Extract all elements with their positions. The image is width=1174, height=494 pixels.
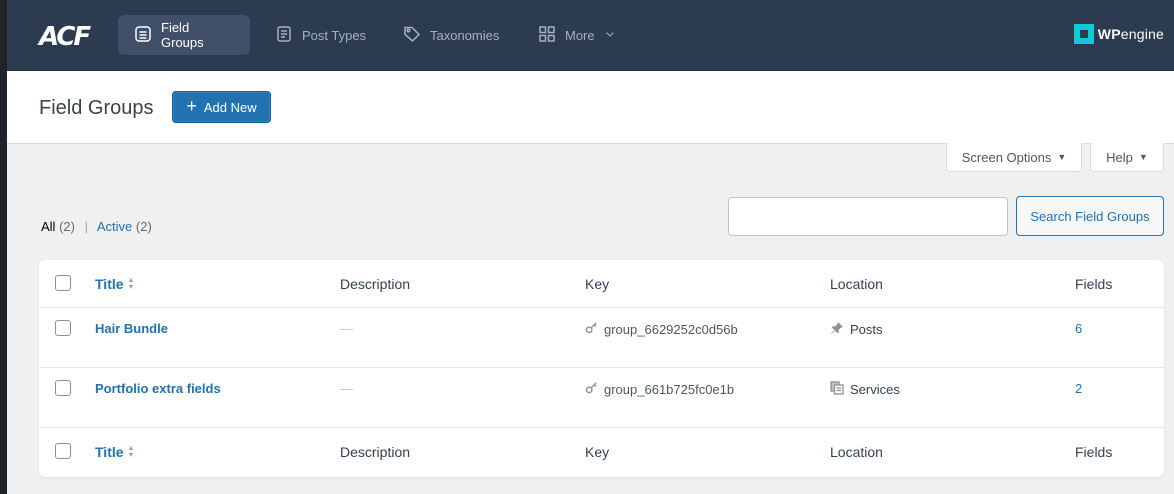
screen-options-label: Screen Options bbox=[961, 149, 1052, 165]
column-description: Description bbox=[340, 444, 411, 460]
filter-active[interactable]: Active bbox=[97, 219, 132, 234]
filter-all[interactable]: All bbox=[41, 219, 55, 234]
key-value: group_6629252c0d56b bbox=[604, 321, 738, 337]
row-fields-count[interactable]: 2 bbox=[1075, 381, 1082, 396]
key-icon bbox=[585, 321, 598, 337]
acf-top-navigation: ACF Field Groups Post Types Taxonomies M… bbox=[7, 0, 1174, 71]
status-filters: All (2) | Active (2) bbox=[41, 219, 152, 234]
row-description: — bbox=[340, 381, 353, 396]
key-value: group_661b725fc0e1b bbox=[604, 381, 735, 397]
grid-icon bbox=[538, 25, 556, 46]
key-icon bbox=[585, 381, 598, 397]
row-title-link[interactable]: Portfolio extra fields bbox=[95, 381, 221, 396]
tab-label: Taxonomies bbox=[430, 27, 500, 43]
filter-all-count: (2) bbox=[59, 219, 75, 234]
acf-logo[interactable]: ACF bbox=[39, 22, 91, 52]
pages-icon bbox=[830, 381, 844, 398]
row-checkbox[interactable] bbox=[55, 320, 71, 336]
row-key: group_661b725fc0e1b bbox=[585, 381, 734, 397]
help-label: Help bbox=[1106, 149, 1133, 165]
wp-engine-logo[interactable]: WPengine bbox=[1073, 24, 1164, 44]
filter-separator: | bbox=[84, 219, 88, 234]
column-location: Location bbox=[830, 444, 883, 460]
column-fields: Fields bbox=[1075, 276, 1113, 292]
help-button[interactable]: Help ▼ bbox=[1090, 143, 1164, 172]
search-field-groups-button[interactable]: Search Field Groups bbox=[1016, 196, 1164, 236]
admin-sidebar-edge bbox=[0, 0, 7, 494]
column-title-label: Title bbox=[95, 276, 124, 292]
row-checkbox[interactable] bbox=[55, 380, 71, 396]
tag-icon bbox=[403, 25, 421, 46]
page-title: Field Groups bbox=[39, 97, 154, 119]
sort-icon: ▲ ▼ bbox=[127, 445, 135, 459]
row-description: — bbox=[340, 321, 353, 336]
add-new-label: Add New bbox=[203, 99, 257, 115]
table-row: Hair Bundle — group_6629252c0d56b Posts … bbox=[39, 308, 1164, 368]
tab-label: Field Groups bbox=[161, 20, 204, 50]
pin-icon bbox=[830, 321, 844, 338]
location-value: Services bbox=[850, 382, 900, 397]
list-icon bbox=[134, 25, 152, 46]
column-key: Key bbox=[585, 444, 610, 460]
tab-more[interactable]: More bbox=[522, 15, 632, 55]
tab-label: More bbox=[565, 27, 595, 43]
field-groups-table: Title ▲ ▼ Description Key Location Fields… bbox=[39, 260, 1164, 477]
select-all-checkbox-footer[interactable] bbox=[55, 443, 71, 459]
row-location: Posts bbox=[830, 321, 883, 338]
row-location: Services bbox=[830, 381, 900, 398]
add-new-button[interactable]: + Add New bbox=[172, 91, 271, 123]
column-title-sortable[interactable]: Title ▲ ▼ bbox=[95, 276, 134, 292]
column-key: Key bbox=[585, 276, 610, 292]
caret-down-icon: ▼ bbox=[1138, 152, 1148, 162]
table-footer: Title ▲ ▼ Description Key Location Fields bbox=[39, 428, 1164, 477]
wp-engine-wordmark: WPengine bbox=[1097, 26, 1164, 42]
column-title-sortable[interactable]: Title ▲ ▼ bbox=[95, 444, 134, 460]
tab-post-types[interactable]: Post Types bbox=[259, 15, 382, 55]
location-value: Posts bbox=[850, 322, 883, 337]
filter-active-count: (2) bbox=[135, 219, 152, 234]
table-header: Title ▲ ▼ Description Key Location Fields bbox=[39, 260, 1164, 308]
document-icon bbox=[275, 25, 293, 46]
column-description: Description bbox=[340, 276, 411, 292]
chevron-down-icon bbox=[604, 28, 616, 43]
select-all-checkbox[interactable] bbox=[55, 275, 71, 291]
row-title-link[interactable]: Hair Bundle bbox=[95, 321, 168, 336]
tab-label: Post Types bbox=[302, 27, 367, 43]
search-input[interactable] bbox=[728, 197, 1008, 236]
row-fields-count[interactable]: 6 bbox=[1075, 321, 1082, 336]
column-title-label: Title bbox=[95, 444, 124, 460]
column-location: Location bbox=[830, 276, 883, 292]
tab-taxonomies[interactable]: Taxonomies bbox=[387, 15, 515, 55]
tab-field-groups[interactable]: Field Groups bbox=[118, 15, 250, 55]
sort-icon: ▲ ▼ bbox=[127, 277, 135, 291]
caret-down-icon: ▼ bbox=[1057, 152, 1067, 162]
page-header: Field Groups + Add New bbox=[7, 71, 1174, 144]
table-row: Portfolio extra fields — group_661b725fc… bbox=[39, 368, 1164, 428]
row-key: group_6629252c0d56b bbox=[585, 321, 738, 337]
screen-options-button[interactable]: Screen Options ▼ bbox=[946, 143, 1082, 172]
column-fields: Fields bbox=[1075, 444, 1113, 460]
plus-icon: + bbox=[186, 96, 197, 116]
wp-engine-badge-icon bbox=[1073, 24, 1094, 44]
